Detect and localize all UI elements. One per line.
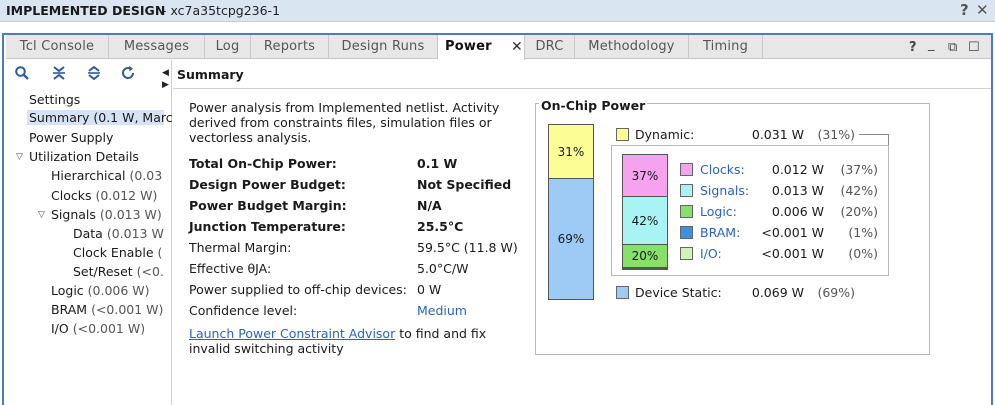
dynamic-swatch	[616, 128, 629, 141]
splitter-arrows-icon[interactable]: ◀ ▶	[162, 67, 169, 91]
breakdown-label-link[interactable]: I/O:	[700, 246, 722, 261]
maximize-icon[interactable]: ☐	[968, 40, 980, 55]
chevron-down-icon[interactable]: ▽	[16, 152, 23, 162]
tree-item-utilization-details[interactable]: Utilization Details	[29, 149, 139, 164]
expand-all-icon[interactable]	[86, 65, 102, 81]
summary-row-value: N/A	[417, 198, 442, 213]
tree-item-power-supply[interactable]: Power Supply	[29, 130, 113, 145]
panel-help-icon[interactable]: ?	[909, 40, 917, 55]
tab-timing[interactable]: Timing	[689, 35, 763, 59]
launch-power-constraint-advisor-link[interactable]: Launch Power Constraint Advisor	[189, 326, 395, 341]
legend-swatch	[680, 247, 693, 260]
close-tab-icon[interactable]: ✕	[511, 39, 523, 55]
tab-reports[interactable]: Reports	[251, 35, 329, 59]
tab-bar: Tcl Console Messages Log Reports Design …	[6, 35, 991, 60]
connector-line	[888, 134, 889, 145]
restore-icon[interactable]: ⧉	[948, 40, 957, 55]
tab-log[interactable]: Log	[205, 35, 251, 59]
chevron-down-icon[interactable]: ▽	[38, 210, 45, 220]
breakdown-value: <0.001 W	[761, 225, 824, 240]
breakdown-percent: (1%)	[848, 225, 878, 240]
summary-row-value: 59.5°C (11.8 W)	[417, 240, 518, 255]
tree-item-settings[interactable]: Settings	[29, 92, 80, 107]
window-titlebar: IMPLEMENTED DESIGN - xc7a35tcpg236-1 ? ✕	[0, 0, 995, 22]
summary-row-label: Junction Temperature:	[189, 219, 346, 234]
bar-segment: 69%	[548, 178, 594, 300]
dynamic-value: 0.031 W	[751, 127, 804, 142]
tab-design-runs[interactable]: Design Runs	[329, 35, 438, 59]
summary-row-label: Effective θJA:	[189, 261, 272, 276]
summary-row-label: Confidence level:	[189, 303, 298, 318]
search-icon[interactable]	[14, 65, 30, 81]
help-icon[interactable]: ?	[960, 1, 969, 19]
analysis-description: Power analysis from Implemented netlist.…	[189, 100, 500, 145]
tree-item-bram[interactable]: BRAM (<0.001 W)	[51, 302, 163, 317]
dynamic-label: Dynamic:	[635, 127, 695, 142]
bar-segment: 31%	[548, 124, 594, 179]
refresh-icon[interactable]	[120, 65, 136, 81]
connector-line	[859, 134, 889, 135]
summary-row-label: Design Power Budget:	[189, 177, 346, 192]
breakdown-label-link[interactable]: BRAM:	[700, 225, 740, 240]
tab-messages[interactable]: Messages	[109, 35, 205, 59]
summary-row-label: Power supplied to off-chip devices:	[189, 282, 407, 297]
tree-item-clock-enable[interactable]: Clock Enable (	[73, 245, 162, 260]
window-title: IMPLEMENTED DESIGN	[6, 3, 166, 18]
tree-item-summary[interactable]: Summary (0.1 W, Marc	[27, 110, 173, 125]
legend-swatch	[680, 163, 693, 176]
tree-item-clocks[interactable]: Clocks (0.012 W)	[51, 188, 157, 203]
breakdown-value: 0.006 W	[771, 204, 824, 219]
device-static-swatch	[616, 286, 629, 299]
breakdown-value: 0.012 W	[771, 162, 824, 177]
advisor-text: Launch Power Constraint Advisor to find …	[189, 326, 487, 356]
summary-row-label: Power Budget Margin:	[189, 198, 347, 213]
breakdown-value: <0.001 W	[761, 246, 824, 261]
summary-row-value: 0 W	[417, 282, 442, 297]
collapse-all-icon[interactable]	[51, 65, 67, 81]
window-part-name: - xc7a35tcpg236-1	[162, 3, 281, 18]
breakdown-value: 0.013 W	[771, 183, 824, 198]
tree-item-signals[interactable]: Signals (0.013 W)	[51, 207, 162, 222]
summary-row-value: Not Specified	[417, 177, 512, 192]
bar-segment: 42%	[622, 196, 668, 245]
legend-swatch	[680, 205, 693, 218]
tree-item-io[interactable]: I/O (<0.001 W)	[51, 321, 145, 336]
summary-row-value: 5.0°C/W	[417, 261, 469, 276]
tree-item-data[interactable]: Data (0.013 W	[73, 226, 164, 241]
device-static-label: Device Static:	[635, 285, 722, 300]
summary-row-value: 25.5°C	[417, 219, 464, 234]
bar-segment: 20%	[622, 244, 668, 268]
breakdown-percent: (37%)	[840, 162, 878, 177]
legend-swatch	[680, 184, 693, 197]
tab-drc[interactable]: DRC	[525, 35, 575, 59]
breakdown-percent: (0%)	[848, 246, 878, 261]
device-static-percent: (69%)	[817, 285, 855, 300]
legend-swatch	[680, 226, 693, 239]
device-static-value: 0.069 W	[751, 285, 804, 300]
on-chip-power-title: On-Chip Power	[539, 98, 648, 113]
summary-header: Summary	[177, 67, 244, 82]
header-divider	[173, 88, 991, 89]
confidence-level-link[interactable]: Medium	[417, 303, 467, 318]
tree-item-set-reset[interactable]: Set/Reset (<0.	[73, 264, 164, 279]
breakdown-label-link[interactable]: Clocks:	[700, 162, 745, 177]
tree-item-hierarchical[interactable]: Hierarchical (0.03	[51, 168, 162, 183]
dynamic-percent: (31%)	[817, 127, 855, 142]
bar-segment: 37%	[622, 154, 668, 197]
tree-item-logic[interactable]: Logic (0.006 W)	[51, 283, 150, 298]
summary-row-value: 0.1 W	[417, 156, 458, 171]
tab-methodology[interactable]: Methodology	[575, 35, 689, 59]
minimize-icon[interactable]: _	[928, 37, 935, 52]
breakdown-percent: (42%)	[840, 183, 878, 198]
breakdown-percent: (20%)	[840, 204, 878, 219]
close-icon[interactable]: ✕	[976, 1, 989, 19]
tab-tcl-console[interactable]: Tcl Console	[6, 35, 109, 59]
summary-row-label: Total On-Chip Power:	[189, 156, 337, 171]
summary-row-label: Thermal Margin:	[189, 240, 292, 255]
bar-segment	[622, 268, 668, 270]
breakdown-label-link[interactable]: Logic:	[700, 204, 737, 219]
